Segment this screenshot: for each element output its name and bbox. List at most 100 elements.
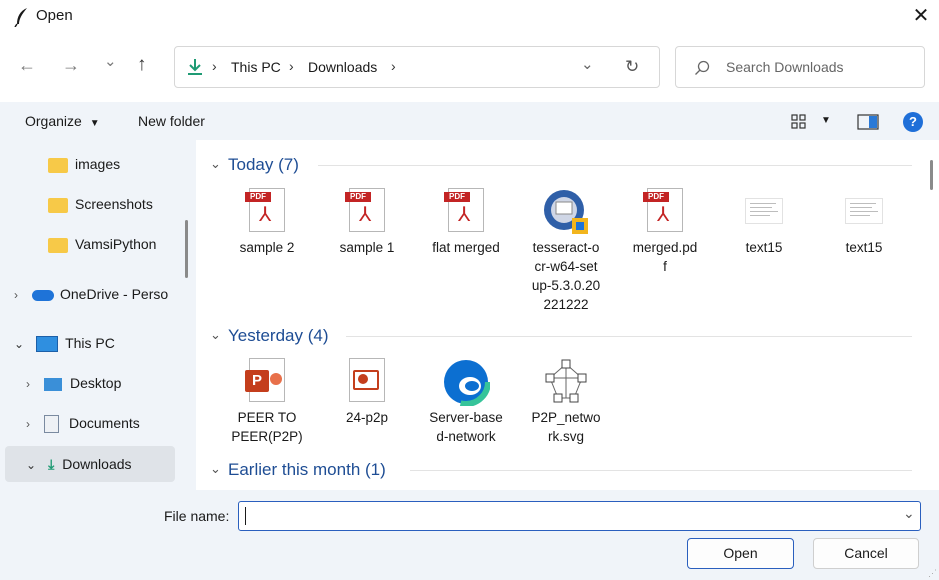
sidebar-item-label: VamsiPython <box>75 236 157 252</box>
svg-network-icon <box>544 358 588 406</box>
file-name-line: PEER(P2P) <box>231 429 303 444</box>
search-icon <box>695 60 710 75</box>
sidebar-item-onedrive[interactable]: › OneDrive - Perso <box>14 276 184 312</box>
pdf-icon: PDF ⅄ <box>643 188 687 236</box>
breadcrumb-separator[interactable]: › <box>289 58 294 74</box>
view-dropdown-icon[interactable]: ▼ <box>821 115 831 126</box>
downloads-icon <box>188 59 202 75</box>
search-box[interactable]: Search Downloads <box>675 46 925 88</box>
group-collapse-icon[interactable]: ⌄ <box>210 156 221 172</box>
help-button[interactable]: ? <box>903 112 923 132</box>
file-name: sample 2 <box>239 240 295 255</box>
file-name-input[interactable]: ⌄ <box>238 501 921 531</box>
chevron-right-icon[interactable]: › <box>26 377 30 391</box>
file-tile-24-p2p[interactable]: 24-p2p <box>322 358 412 427</box>
organize-label: Organize <box>25 113 82 129</box>
file-tile-p2p-network-svg[interactable]: P2P_netwo rk.svg <box>521 358 611 446</box>
breadcrumb-separator[interactable]: › <box>391 58 396 74</box>
sidebar-item-downloads[interactable]: ⌄ ⤓ Downloads <box>5 446 175 482</box>
pdf-icon: PDF ⅄ <box>444 188 488 236</box>
text-file-icon <box>842 188 886 236</box>
folder-icon <box>48 237 68 253</box>
sidebar-item-documents[interactable]: › Documents <box>26 405 140 441</box>
pdf-icon: PDF ⅄ <box>245 188 289 236</box>
downloads-icon: ⤓ <box>48 456 55 472</box>
folder-icon <box>48 157 68 173</box>
pc-icon <box>36 336 59 353</box>
new-folder-button[interactable]: New folder <box>138 113 205 129</box>
address-bar[interactable]: › This PC › Downloads › ⌄ ↻ <box>174 46 660 88</box>
caret-down-icon: ▼ <box>89 118 100 129</box>
powerpoint-icon: P <box>245 358 289 406</box>
group-header-yesterday[interactable]: Yesterday (4) <box>228 326 328 346</box>
breadcrumb-downloads[interactable]: Downloads <box>308 59 377 75</box>
command-bar: Organize ▼ New folder ▼ ? <box>0 102 939 140</box>
file-name: 24-p2p <box>345 410 389 425</box>
resize-grip-icon[interactable]: ⋰ <box>928 568 937 579</box>
file-name-line: merged.pd <box>632 240 698 255</box>
file-tile-server-based-network[interactable]: Server-base d-network <box>421 357 511 446</box>
sidebar-item-label: images <box>75 156 121 172</box>
sidebar-item-label: Downloads <box>62 456 132 472</box>
file-list-scrollbar[interactable] <box>930 160 933 190</box>
file-tile-flat-merged[interactable]: PDF ⅄ flat merged <box>421 188 511 257</box>
group-header-earlier-this-month[interactable]: Earlier this month (1) <box>228 460 386 480</box>
group-divider <box>346 336 912 337</box>
breadcrumb-separator: › <box>212 58 217 74</box>
view-options-icon[interactable] <box>791 114 807 130</box>
text-cursor <box>245 507 246 525</box>
file-tile-peer-to-peer[interactable]: P PEER TO PEER(P2P) <box>222 358 312 446</box>
search-input[interactable]: Search Downloads <box>726 59 844 75</box>
sidebar-item-label: OneDrive - Perso <box>60 286 169 302</box>
organize-button[interactable]: Organize ▼ <box>25 113 100 129</box>
file-tile-text15[interactable]: text15 <box>719 188 809 257</box>
sidebar-item-screenshots[interactable]: Screenshots <box>48 186 153 222</box>
file-tile-text15-2[interactable]: text15 <box>819 188 909 257</box>
address-dropdown-button[interactable]: ⌄ <box>581 55 594 73</box>
chevron-down-icon[interactable]: ⌄ <box>903 505 915 522</box>
sidebar-item-desktop[interactable]: › Desktop <box>26 365 121 401</box>
sidebar-item-label: This PC <box>65 335 115 351</box>
up-button[interactable]: ↑ <box>137 54 147 76</box>
breadcrumb-this-pc[interactable]: This PC <box>231 59 281 75</box>
group-divider <box>410 470 912 471</box>
text-file-icon <box>742 188 786 236</box>
sidebar-item-images[interactable]: images <box>48 146 120 182</box>
refresh-button[interactable]: ↻ <box>625 57 639 77</box>
cancel-button[interactable]: Cancel <box>813 538 919 569</box>
recent-locations-button[interactable]: ⌄ <box>104 52 117 70</box>
sidebar-item-vamsipython[interactable]: VamsiPython <box>48 226 156 262</box>
file-name-line: cr-w64-set <box>534 259 598 274</box>
edge-icon <box>441 357 491 407</box>
group-collapse-icon[interactable]: ⌄ <box>210 461 221 477</box>
file-name-label: File name: <box>164 508 230 524</box>
chevron-right-icon[interactable]: › <box>14 288 18 302</box>
chevron-right-icon[interactable]: › <box>26 417 30 431</box>
window-title: Open <box>36 7 73 24</box>
group-divider <box>318 165 912 166</box>
preview-pane-icon[interactable] <box>857 114 879 130</box>
sidebar-item-this-pc[interactable]: ⌄ This PC <box>14 325 115 361</box>
pdf-icon: PDF ⅄ <box>345 188 389 236</box>
chevron-down-icon[interactable]: ⌄ <box>26 458 36 472</box>
documents-icon <box>44 415 59 434</box>
open-button[interactable]: Open <box>687 538 794 569</box>
back-button[interactable]: ← <box>18 55 36 76</box>
file-name-line: up-5.3.0.20 <box>531 278 601 293</box>
close-button[interactable]: ✕ <box>908 4 934 30</box>
file-tile-merged-pdf[interactable]: PDF ⅄ merged.pd f <box>620 188 710 276</box>
forward-button[interactable]: → <box>62 55 80 76</box>
sidebar-scrollbar[interactable] <box>185 220 188 278</box>
file-tile-tesseract[interactable]: tesseract-o cr-w64-set up-5.3.0.20 22122… <box>521 188 611 314</box>
desktop-icon <box>44 377 62 391</box>
navigation-bar: ← → ⌄ ↑ › This PC › Downloads › ⌄ ↻ Sear… <box>0 34 939 102</box>
group-header-today[interactable]: Today (7) <box>228 155 299 175</box>
group-collapse-icon[interactable]: ⌄ <box>210 327 221 343</box>
file-tile-sample-1[interactable]: PDF ⅄ sample 1 <box>322 188 412 257</box>
file-name-line: P2P_netwo <box>531 410 601 425</box>
installer-icon <box>544 188 588 236</box>
file-name: sample 1 <box>339 240 395 255</box>
file-tile-sample-2[interactable]: PDF ⅄ sample 2 <box>222 188 312 257</box>
chevron-down-icon[interactable]: ⌄ <box>14 337 24 351</box>
file-name-line: d-network <box>436 429 496 444</box>
